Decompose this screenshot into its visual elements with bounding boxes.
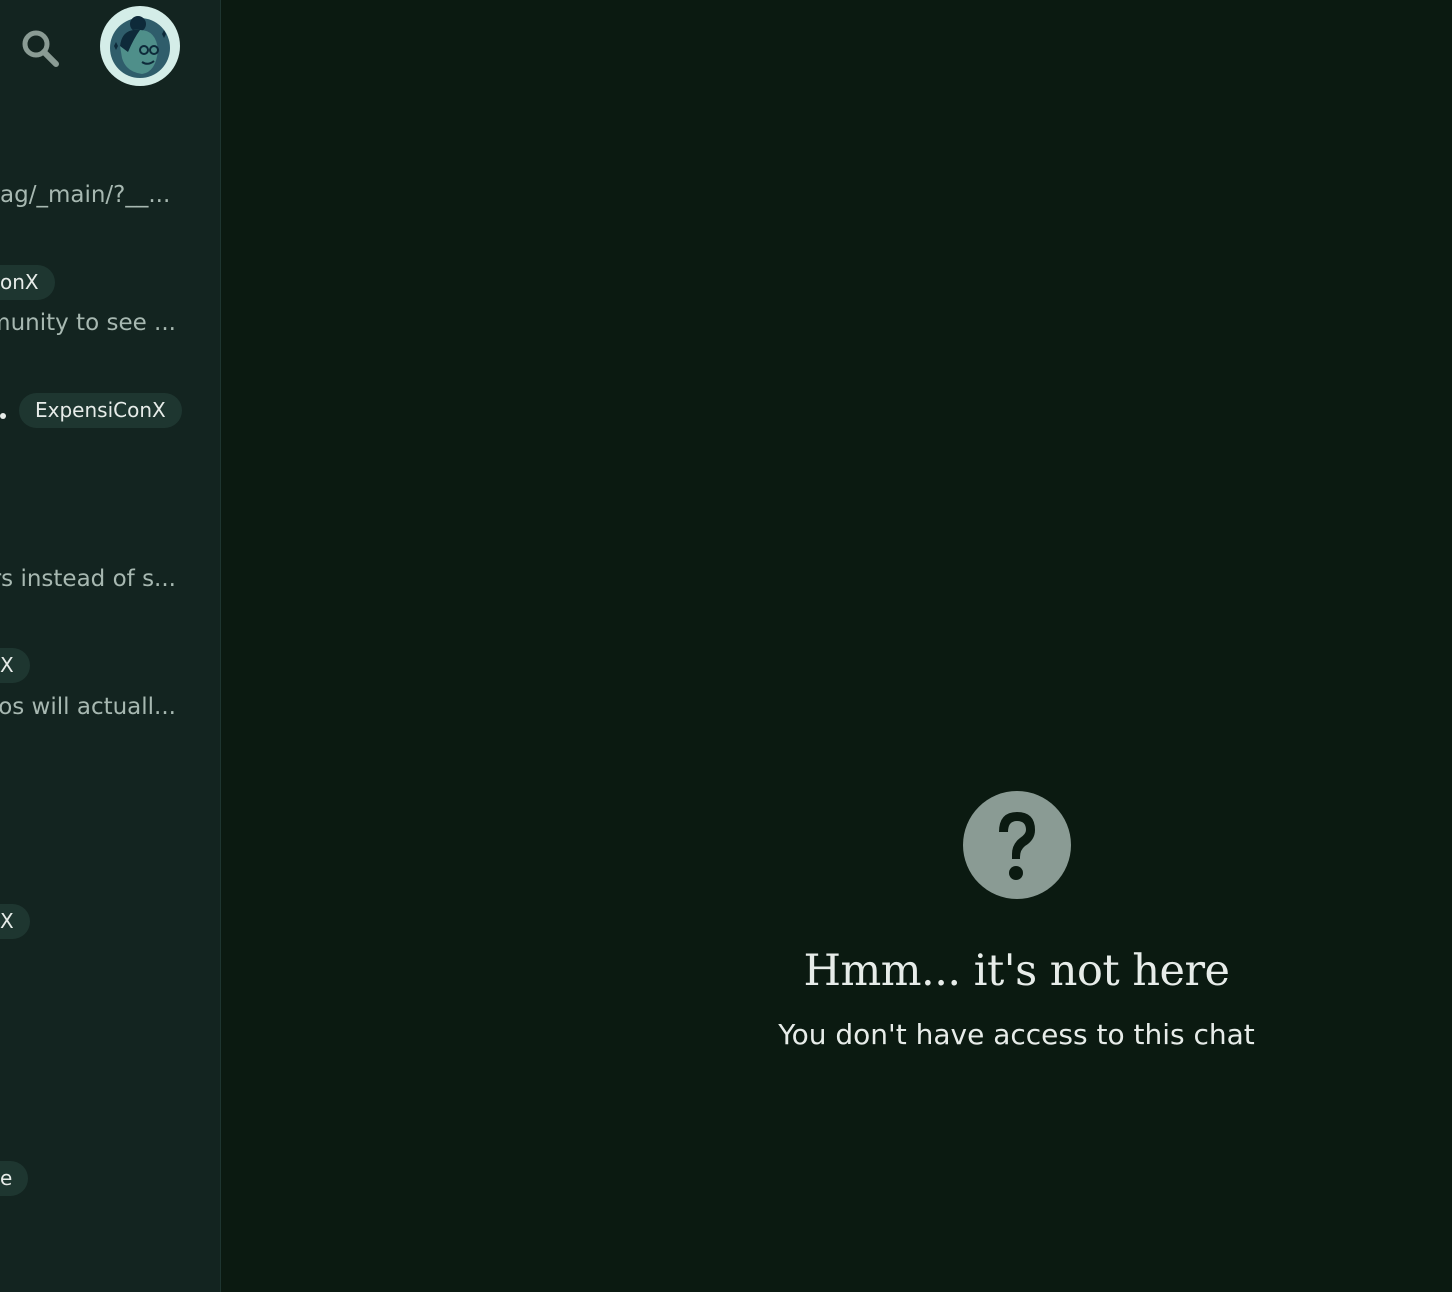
empty-state-subtitle: You don't have access to this chat: [778, 1018, 1255, 1051]
workspace-badge: e: [0, 1161, 29, 1196]
workspace-badge: X: [0, 648, 30, 683]
app-window: ag/_main/?__... onX munity to see ... Ex…: [0, 0, 1452, 1292]
main-panel: Hmm... it's not here You don't have acce…: [221, 0, 1452, 1292]
workspace-badge: X: [0, 904, 30, 939]
workspace-badge: onX: [0, 265, 55, 300]
sidebar-item-preview[interactable]: os will actuall...: [0, 693, 176, 721]
user-avatar-icon: [102, 8, 178, 84]
not-found-state: Hmm... it's not here You don't have acce…: [221, 790, 1452, 1051]
bullet-dot: [0, 413, 6, 419]
empty-state-title: Hmm... it's not here: [803, 946, 1230, 996]
search-icon: [22, 30, 59, 67]
sidebar: ag/_main/?__... onX munity to see ... Ex…: [0, 0, 221, 1292]
sidebar-item-preview[interactable]: rs instead of s...: [0, 565, 176, 593]
workspace-badge: ExpensiConX: [19, 393, 182, 428]
search-button[interactable]: [18, 26, 62, 70]
question-mark-icon: [962, 791, 1071, 899]
sidebar-item-preview[interactable]: munity to see ...: [0, 309, 176, 337]
sidebar-item-preview[interactable]: ag/_main/?__...: [0, 181, 176, 209]
avatar[interactable]: [100, 6, 180, 86]
